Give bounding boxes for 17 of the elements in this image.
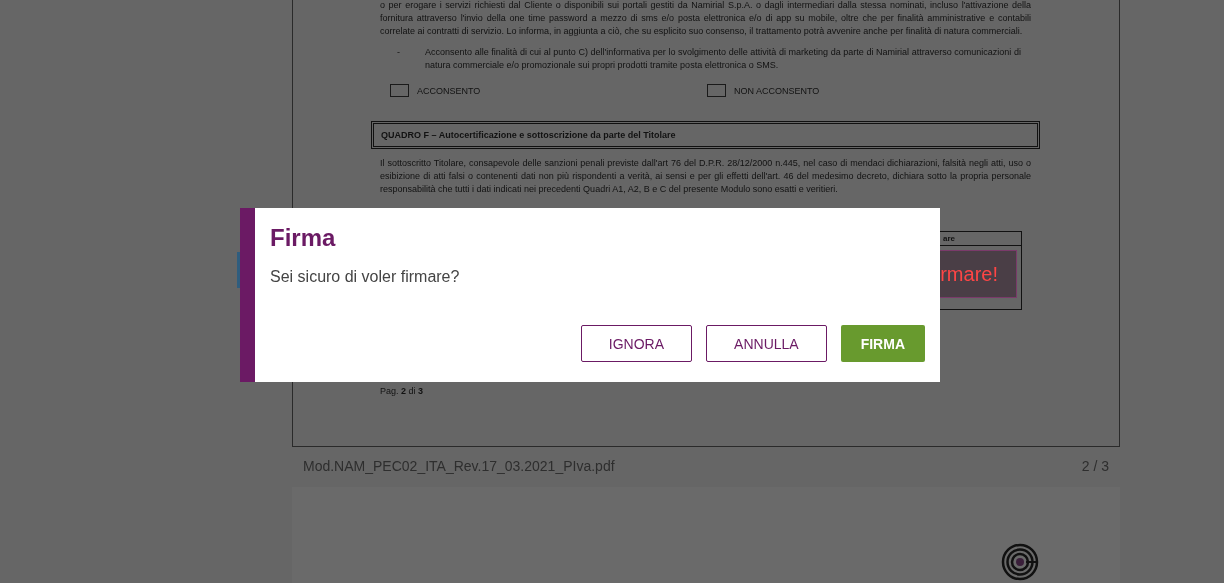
signature-header: are (943, 234, 955, 243)
dialog-title: Firma (270, 223, 337, 253)
checkbox-label: ACCONSENTO (417, 85, 481, 96)
target-logo-icon (1001, 543, 1039, 581)
dialog-button[interactable]: IGNORA (580, 325, 693, 362)
page-count: 2 / 3 (1081, 458, 1109, 476)
page-number: Pag. 2 di 3 (380, 386, 424, 396)
bullet-mark: - (396, 46, 401, 59)
file-name: Mod.NAM_PEC02_ITA_Rev.17_03.2021_PIva.pdf (303, 458, 615, 476)
section-header: QUADRO F – Autocertificazione e sottoscrizione da parte del Titolare (371, 121, 1040, 149)
dialog-button[interactable]: ANNULLA (706, 325, 827, 362)
signature-prompt: rmare! (940, 263, 998, 285)
checkbox-label: NON ACCONSENTO (734, 85, 820, 96)
dialog-message: Sei sicuro di voler firmare? (270, 268, 461, 286)
document-paragraph: Acconsento alle finalità di cui al punto C) dell'informativa per lo svolgimento delle attività di marketing da parte di Namirial attraverso comunicazioni di natura commerciale e/o promozionale sui propri prodotti tramite posta elettronica o SMS. (425, 46, 1022, 72)
checkbox[interactable] (707, 84, 726, 97)
checkbox[interactable] (390, 84, 409, 97)
